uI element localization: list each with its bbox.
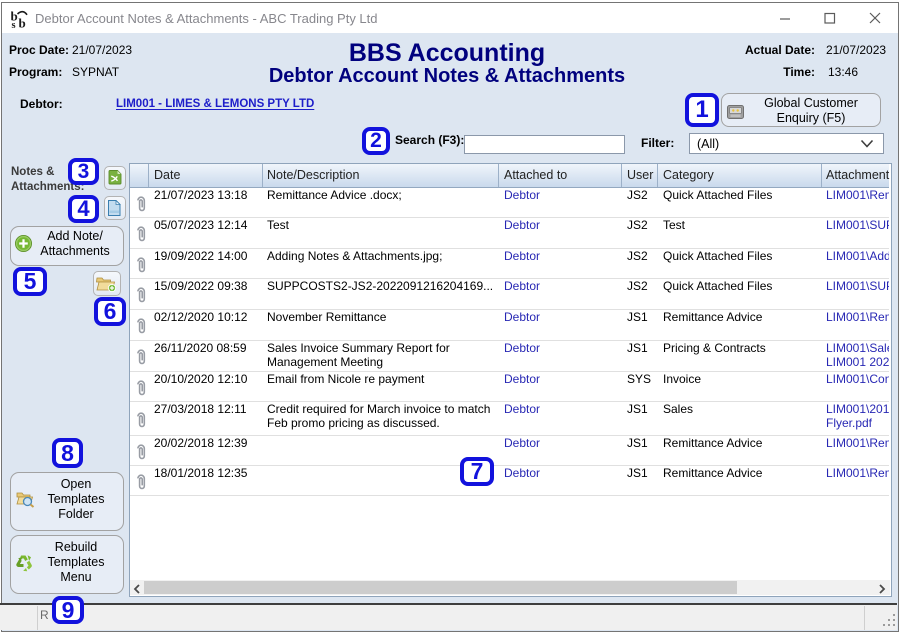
- svg-text:s: s: [12, 20, 16, 29]
- svg-text:b: b: [19, 16, 26, 30]
